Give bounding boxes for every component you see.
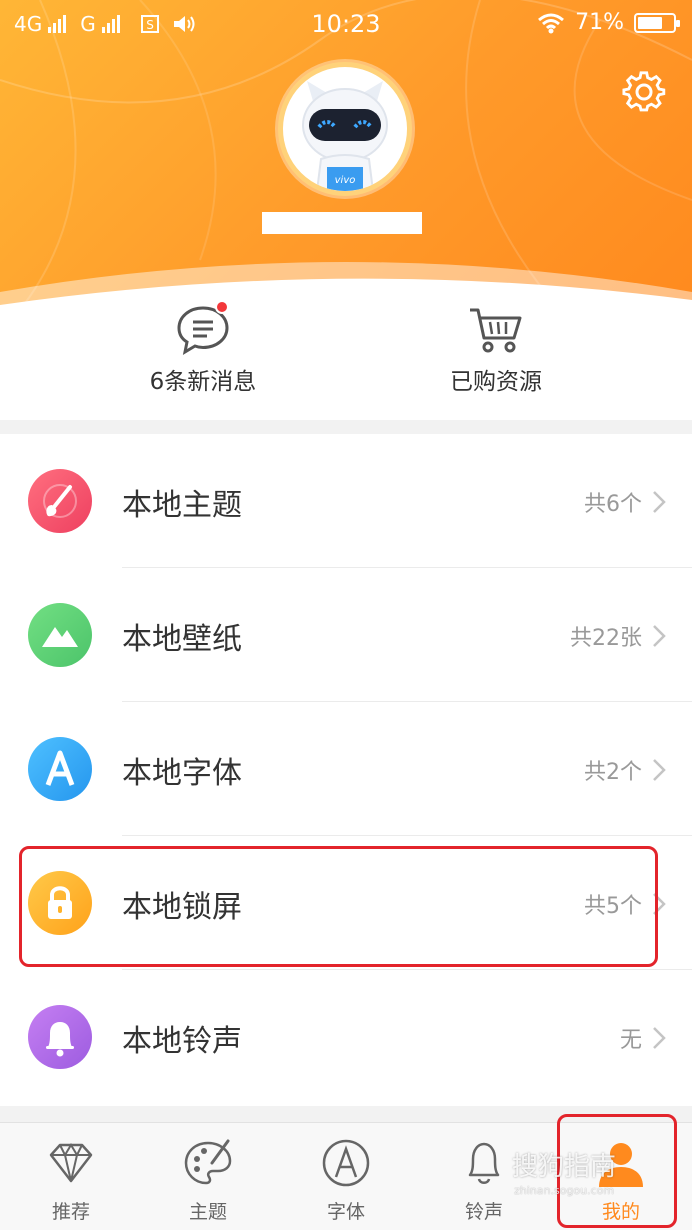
font-a-icon [322, 1139, 370, 1187]
item-title: 本地铃声 [122, 1024, 242, 1059]
item-count: 共6个 [584, 492, 642, 517]
letter-a-icon [28, 737, 92, 801]
tab-label: 推荐 [51, 1201, 90, 1223]
robot-mascot-icon: vivo [302, 81, 388, 191]
item-title: 本地主题 [122, 488, 242, 523]
message-bubble-icon [173, 300, 233, 356]
svg-text:vivo: vivo [335, 175, 356, 186]
list-item-local-wallpapers[interactable]: 本地壁纸 共22张 [0, 568, 692, 702]
paintbrush-icon [28, 469, 92, 533]
settings-gear-icon[interactable] [622, 70, 666, 114]
palette-icon [184, 1139, 232, 1185]
username: 188220341724 [262, 212, 422, 234]
profile-header: 4G G S 10:23 71% vivo 188220341724 [0, 0, 692, 310]
section-divider [0, 420, 692, 434]
item-count: 共22张 [570, 626, 642, 651]
quick-actions: 6条新消息 已购资源 [0, 290, 692, 420]
bell-icon [28, 1005, 92, 1069]
tab-label: 主题 [188, 1201, 227, 1223]
mountain-icon [28, 603, 92, 667]
tab-label: 字体 [326, 1201, 365, 1223]
watermark-text: 搜狗指南 [512, 1152, 617, 1182]
item-count: 无 [619, 1028, 642, 1053]
bell-outline-icon [468, 1142, 500, 1184]
wifi-icon [538, 13, 565, 33]
chevron-right-icon [653, 491, 666, 513]
tab-themes[interactable]: 主题 [139, 1123, 277, 1230]
list-item-local-fonts[interactable]: 本地字体 共2个 [0, 702, 692, 836]
messages-label: 6条新消息 [149, 369, 257, 395]
watermark-url: zhinan.sogou.com [514, 1184, 615, 1197]
messages-button[interactable]: 6条新消息 [103, 300, 303, 396]
purchased-label: 已购资源 [450, 369, 542, 395]
list-item-local-ringtones[interactable]: 本地铃声 无 [0, 970, 692, 1104]
avatar[interactable]: vivo [278, 62, 412, 196]
tab-label: 铃声 [464, 1201, 503, 1223]
list-item-local-themes[interactable]: 本地主题 共6个 [0, 434, 692, 568]
chevron-right-icon [653, 625, 666, 647]
tab-fonts[interactable]: 字体 [277, 1123, 415, 1230]
chevron-right-icon [653, 1027, 666, 1049]
status-bar: 4G G S 10:23 71% [0, 0, 692, 48]
battery-percent: 71% [575, 10, 624, 35]
battery-fill [638, 16, 662, 29]
chevron-right-icon [653, 759, 666, 781]
diamond-icon [49, 1143, 93, 1183]
item-title: 本地壁纸 [122, 622, 242, 657]
item-title: 本地字体 [122, 756, 242, 791]
item-count: 共2个 [584, 760, 642, 785]
status-right: 71% [537, 10, 680, 35]
shopping-cart-icon [466, 300, 526, 356]
annotation-highlight-lockscreen [19, 846, 658, 967]
battery-icon [634, 12, 680, 33]
purchased-button[interactable]: 已购资源 [396, 300, 596, 396]
tab-recommend[interactable]: 推荐 [2, 1123, 140, 1230]
unread-dot [215, 300, 229, 314]
watermark: 搜狗指南 [512, 1146, 616, 1183]
